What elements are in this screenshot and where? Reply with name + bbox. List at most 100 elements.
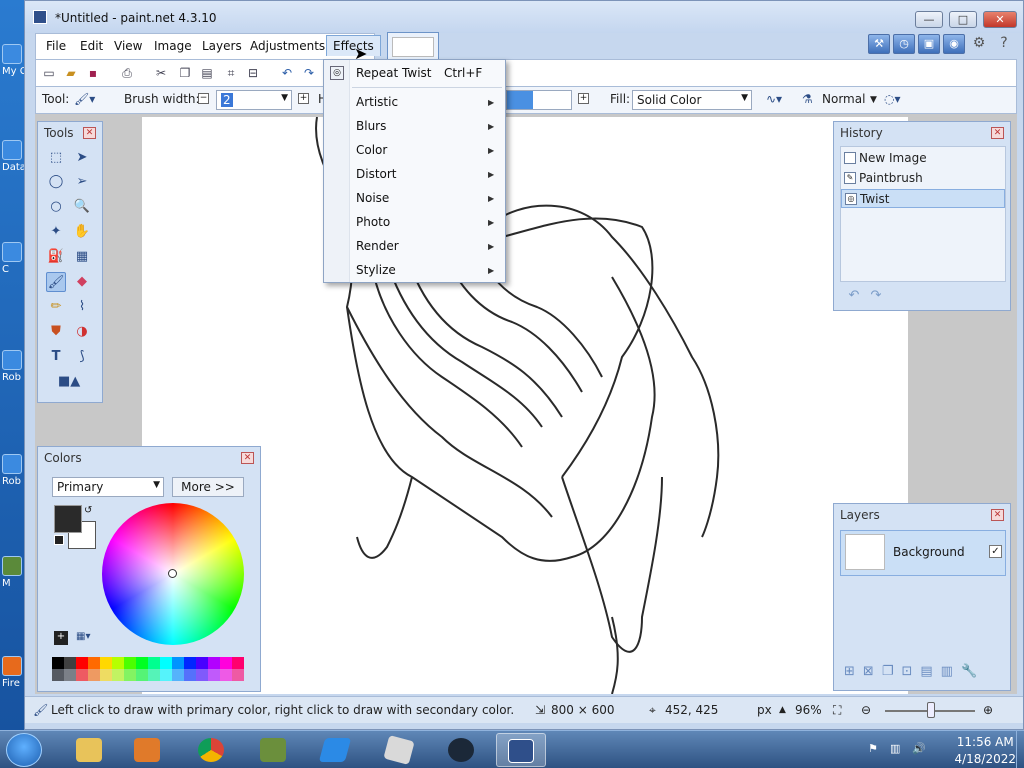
menu-layers[interactable]: Layers [202,39,242,53]
palette-swatch[interactable] [196,669,208,681]
move-selection-icon[interactable]: ➢ [72,172,92,192]
hardness-slider[interactable] [506,90,572,110]
zoom-to-window-icon[interactable]: ⛶ [833,703,841,718]
palette-swatch[interactable] [100,669,112,681]
open-icon[interactable]: ▰ [62,65,80,82]
close-icon[interactable]: ✕ [83,127,96,139]
blend-mode-select[interactable]: Normal [822,92,865,106]
menu-item-noise[interactable]: Noise [356,191,389,205]
palette-swatch[interactable] [172,657,184,669]
image-tab-thumbnail[interactable] [387,32,439,60]
selection-mode-icon[interactable]: ◌▾ [884,92,901,106]
reset-colors-icon[interactable] [54,535,64,545]
line-curve-icon[interactable]: ⟆ [72,347,92,367]
palette-swatch[interactable] [52,657,64,669]
clock[interactable]: 11:56 AM 4/18/2022 [954,735,1016,766]
cut-icon[interactable]: ✂ [152,65,170,82]
color-wheel-cursor[interactable] [168,569,177,578]
zoom-slider-thumb[interactable] [927,702,935,718]
menu-adjustments[interactable]: Adjustments [250,39,325,53]
palette-swatch[interactable] [220,669,232,681]
palette-swatch[interactable] [124,669,136,681]
ellipse-select-icon[interactable]: ○ [46,197,66,217]
paintbrush-icon[interactable]: 🖌 [46,272,66,292]
action-center-icon[interactable]: ⚑ [868,742,882,756]
layers-window-icon[interactable]: ▣ [918,34,940,54]
palette-swatch[interactable] [160,657,172,669]
close-icon[interactable]: ✕ [991,509,1004,521]
roblox-studio-taskbar-button[interactable] [310,733,360,767]
delete-layer-icon[interactable]: ⊠ [863,664,882,679]
network-icon[interactable]: ▥ [890,742,904,756]
palette-swatch[interactable] [64,657,76,669]
history-item[interactable]: ✎ Paintbrush [841,169,1005,188]
menu-image[interactable]: Image [154,39,192,53]
add-to-palette-icon[interactable]: + [54,631,68,645]
palette-swatch[interactable] [136,669,148,681]
color-mode-select[interactable]: Primary ▼ [52,477,164,497]
color-picker-icon[interactable]: ⌇ [72,297,92,317]
paint-net-taskbar-button[interactable] [496,733,546,767]
save-icon[interactable]: ▪ [84,65,102,82]
new-icon[interactable]: ▭ [40,65,58,82]
print-icon[interactable]: ⎙ [118,65,136,82]
palette-swatch[interactable] [208,657,220,669]
menu-item-stylize[interactable]: Stylize [356,263,396,277]
palette-swatch[interactable] [220,657,232,669]
layer-visibility-checkbox[interactable]: ✓ [989,545,1002,558]
recolor-icon[interactable]: ◑ [72,322,92,342]
shapes-icon[interactable]: ■▲ [58,372,80,392]
title-bar[interactable]: *Untitled - paint.net 4.3.10 — □ ✕ [25,1,1023,33]
show-desktop-button[interactable] [1016,731,1024,768]
crop-icon[interactable]: ⌗ [222,65,240,82]
layer-properties-icon[interactable]: 🔧 [961,664,985,679]
palette-swatch[interactable] [184,657,196,669]
paste-icon[interactable]: ▤ [198,65,216,82]
decrease-width-button[interactable]: − [198,93,209,104]
close-icon[interactable]: ✕ [991,127,1004,139]
menu-item-artistic[interactable]: Artistic [356,95,398,109]
paint-bucket-icon[interactable]: ⛽ [46,247,66,267]
minimize-button[interactable]: — [915,11,943,28]
menu-edit[interactable]: Edit [80,39,103,53]
move-layer-up-icon[interactable]: ▤ [920,664,940,679]
history-item[interactable]: New Image [841,149,1005,168]
palette-swatch[interactable] [100,657,112,669]
palette-swatch[interactable] [64,669,76,681]
paintbrush-tool-icon[interactable]: 🖌▾ [74,92,95,106]
clone-stamp-icon[interactable]: ⛊ [46,322,66,342]
lasso-select-icon[interactable]: ◯ [46,172,66,192]
palette-swatch[interactable] [184,669,196,681]
more-colors-button[interactable]: More >> [172,477,244,497]
menu-item-color[interactable]: Color [356,143,387,157]
increase-hardness-button[interactable]: + [578,93,589,104]
chevron-down-icon[interactable]: ▼ [870,95,877,105]
help-icon[interactable]: ? [993,34,1015,54]
undo-icon[interactable]: ↶ [278,65,296,82]
fill-select[interactable]: Solid Color ▼ [632,90,752,110]
gradient-icon[interactable]: ▦ [72,247,92,267]
palette-swatch[interactable] [112,657,124,669]
copy-icon[interactable]: ❐ [176,65,194,82]
explorer-taskbar-button[interactable] [64,733,114,767]
deselect-icon[interactable]: ⊟ [244,65,262,82]
duplicate-layer-icon[interactable]: ❐ [882,664,902,679]
eraser-icon[interactable]: ◆ [72,272,92,292]
menu-file[interactable]: File [46,39,66,53]
palette-swatch[interactable] [76,669,88,681]
palette-swatch[interactable] [160,669,172,681]
chrome-taskbar-button[interactable] [186,733,236,767]
palette-swatch[interactable] [88,669,100,681]
palette-swatch[interactable] [172,669,184,681]
volume-icon[interactable]: 🔊 [912,742,926,756]
move-layer-down-icon[interactable]: ▥ [941,664,961,679]
rectangle-select-icon[interactable]: ⬚ [46,148,66,168]
zoom-out-icon[interactable]: ⊖ [861,703,871,717]
menu-view[interactable]: View [114,39,142,53]
undo-icon[interactable]: ↶ [844,286,864,306]
palette-swatch[interactable] [232,669,244,681]
antialias-icon[interactable]: ∿▾ [766,92,782,106]
brush-width-input[interactable]: 2 ▼ [216,90,292,110]
palette-swatch[interactable] [124,657,136,669]
menu-item-distort[interactable]: Distort [356,167,397,181]
